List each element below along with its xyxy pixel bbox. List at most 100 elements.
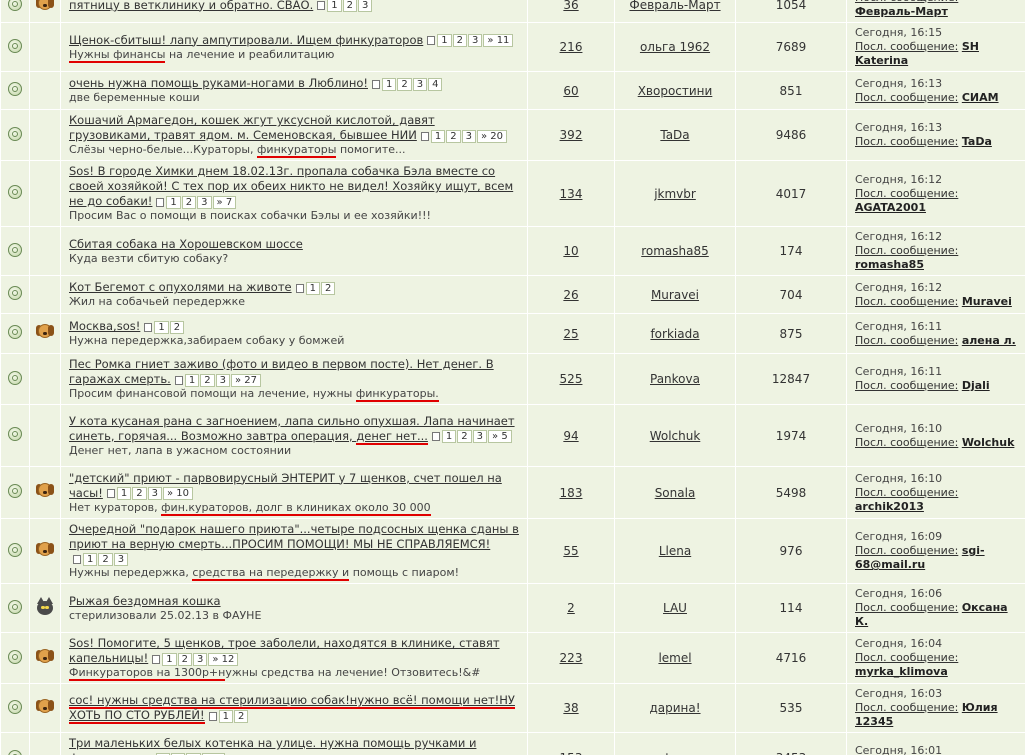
page-link[interactable]: » 5 xyxy=(488,430,512,443)
page-link[interactable]: » 12 xyxy=(208,652,239,666)
topic-replies-count[interactable]: 134 xyxy=(560,187,583,201)
page-link[interactable]: » 20 xyxy=(476,129,507,143)
topic-replies-count[interactable]: 26 xyxy=(563,288,578,302)
lastpost-user-link[interactable]: СИАМ xyxy=(962,91,999,104)
page-link[interactable]: 3 xyxy=(113,552,129,566)
topic-title-link[interactable]: Щенок-сбитыш! лапу ампутировали. Ищем фи… xyxy=(69,33,423,47)
page-link[interactable]: 2 xyxy=(452,34,468,47)
topic-title-link[interactable]: Sos! В городе Химки днем 18.02.13г. проп… xyxy=(69,164,513,208)
page-link[interactable]: 3 xyxy=(412,77,428,91)
topic-replies-count[interactable]: 55 xyxy=(563,544,578,558)
lastpost-user-link[interactable]: AGATA2001 xyxy=(855,201,926,214)
topic-replies-count[interactable]: 223 xyxy=(560,651,583,665)
topic-title-link[interactable]: сос! нужны средства на стерилизацию соба… xyxy=(69,693,515,724)
page-link[interactable]: 3 xyxy=(147,487,162,500)
page-link[interactable]: 3 xyxy=(192,652,208,666)
topic-status-icon[interactable] xyxy=(8,185,22,199)
page-link[interactable]: 3 xyxy=(197,195,212,209)
topic-title-link[interactable]: очень нужна помощь руками-ногами в Любли… xyxy=(69,76,368,90)
topic-replies-count[interactable]: 216 xyxy=(560,40,583,54)
lastpost-user-link[interactable]: Djali xyxy=(962,379,990,392)
page-link[interactable]: 2 xyxy=(181,195,197,209)
page-link[interactable]: 1 xyxy=(83,552,98,566)
topic-title-link[interactable]: Москва,sos! xyxy=(69,319,140,333)
page-link[interactable]: 3 xyxy=(461,129,476,143)
topic-status-icon[interactable] xyxy=(8,599,22,614)
page-link[interactable]: 1 xyxy=(218,709,233,723)
topic-author-link[interactable]: lemel xyxy=(658,651,691,665)
topic-status-icon[interactable] xyxy=(8,325,22,339)
page-link[interactable]: 1 xyxy=(327,0,342,12)
topic-title-link[interactable]: Кот Бегемот с опухолями на животе xyxy=(69,280,292,294)
lastpost-user-link[interactable]: Февраль-Март xyxy=(855,5,948,18)
topic-title-link[interactable]: Sos! Помогите, 5 щенков, трое заболели, … xyxy=(69,636,500,665)
topic-status-icon[interactable] xyxy=(8,427,22,441)
topic-author-link[interactable]: forkiada xyxy=(650,327,699,341)
topic-title-link[interactable]: Сбитая собака на Хорошевском шоссе xyxy=(69,237,303,251)
page-link[interactable]: » 10 xyxy=(162,487,194,500)
page-link[interactable]: 2 xyxy=(200,373,215,387)
lastpost-user-link[interactable]: archik2013 xyxy=(855,500,924,513)
page-link[interactable]: 2 xyxy=(169,320,185,334)
topic-replies-count[interactable]: 153 xyxy=(560,751,583,755)
topic-author-link[interactable]: atyna xyxy=(658,751,692,755)
page-link[interactable]: 1 xyxy=(437,34,452,47)
lastpost-link[interactable]: Посл. сообщение: xyxy=(855,0,958,4)
lastpost-link[interactable]: Посл. сообщение: xyxy=(855,379,958,392)
lastpost-user-link[interactable]: Wolchuk xyxy=(962,436,1015,449)
page-link[interactable]: 2 xyxy=(457,430,472,443)
page-link[interactable]: » 7 xyxy=(212,195,237,209)
lastpost-link[interactable]: Посл. сообщение: xyxy=(855,244,958,257)
page-link[interactable]: 3 xyxy=(358,0,373,12)
topic-author-link[interactable]: Хворостини xyxy=(638,84,713,98)
page-link[interactable]: » 11 xyxy=(483,34,514,47)
topic-status-icon[interactable] xyxy=(8,242,22,257)
page-link[interactable]: 1 xyxy=(116,487,132,500)
topic-replies-count[interactable]: 10 xyxy=(563,244,578,258)
page-link[interactable]: 2 xyxy=(177,652,192,666)
lastpost-link[interactable]: Посл. сообщение: xyxy=(855,334,958,347)
topic-replies-count[interactable]: 94 xyxy=(563,429,578,443)
topic-title-link[interactable]: Рыжая бездомная кошка xyxy=(69,594,221,608)
topic-status-icon[interactable] xyxy=(8,0,22,11)
lastpost-link[interactable]: Посл. сообщение: xyxy=(855,187,958,200)
topic-author-link[interactable]: ольга 1962 xyxy=(640,40,710,54)
topic-replies-count[interactable]: 36 xyxy=(563,0,578,12)
topic-status-icon[interactable] xyxy=(8,699,22,714)
topic-status-icon[interactable] xyxy=(8,649,22,664)
page-link[interactable]: 1 xyxy=(441,430,457,443)
topic-title-link[interactable]: Пес Ромка гниет заживо (фото и видео в п… xyxy=(69,357,494,386)
page-link[interactable]: 1 xyxy=(154,320,169,334)
topic-title-link[interactable]: Очередной "подарок нашего приюта"...четы… xyxy=(69,522,519,551)
page-link[interactable]: 3 xyxy=(468,34,483,47)
topic-author-link[interactable]: LAU xyxy=(663,601,687,615)
lastpost-link[interactable]: Посл. сообщение: xyxy=(855,701,958,714)
lastpost-link[interactable]: Посл. сообщение: xyxy=(855,91,958,104)
topic-status-icon[interactable] xyxy=(8,542,22,557)
topic-status-icon[interactable] xyxy=(8,126,22,141)
topic-replies-count[interactable]: 392 xyxy=(560,128,583,142)
lastpost-link[interactable]: Посл. сообщение: xyxy=(855,436,958,449)
topic-author-link[interactable]: Sonala xyxy=(655,486,696,500)
topic-author-link[interactable]: romasha85 xyxy=(641,244,709,258)
lastpost-user-link[interactable]: myrka_klimova xyxy=(855,665,948,678)
lastpost-link[interactable]: Посл. сообщение: xyxy=(855,40,958,53)
topic-title-link[interactable]: Кошачий Армагедон, кошек жгут уксусной к… xyxy=(69,113,435,142)
topic-replies-count[interactable]: 525 xyxy=(560,372,583,386)
topic-author-link[interactable]: Llena xyxy=(659,544,691,558)
page-link[interactable]: 3 xyxy=(215,373,230,387)
topic-author-link[interactable]: Февраль-Март xyxy=(629,0,720,12)
topic-replies-count[interactable]: 25 xyxy=(563,327,578,341)
lastpost-link[interactable]: Посл. сообщение: xyxy=(855,295,958,308)
topic-status-icon[interactable] xyxy=(8,286,22,300)
page-link[interactable]: 1 xyxy=(305,281,320,295)
topic-author-link[interactable]: дарина! xyxy=(649,701,700,715)
page-link[interactable]: 1 xyxy=(166,195,181,209)
page-link[interactable]: 3 xyxy=(472,430,488,443)
lastpost-link[interactable]: Посл. сообщение: xyxy=(855,544,958,557)
topic-status-icon[interactable] xyxy=(8,82,22,96)
topic-title-link[interactable]: Три маленьких белых котенка на улице. ну… xyxy=(69,736,476,755)
topic-author-link[interactable]: Pankova xyxy=(650,372,700,386)
page-link[interactable]: 2 xyxy=(320,281,336,295)
page-link[interactable]: 1 xyxy=(430,129,446,143)
